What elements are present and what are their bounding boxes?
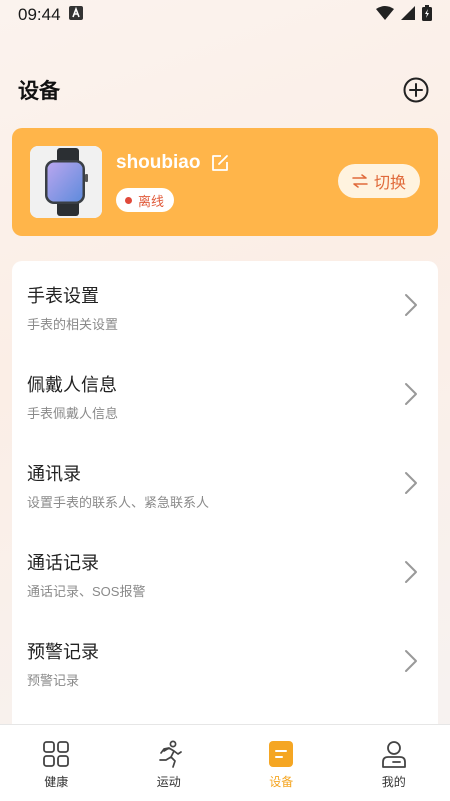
tab-device[interactable]: 设备 bbox=[225, 725, 338, 801]
switch-label: 切换 bbox=[374, 169, 406, 193]
tab-sport[interactable]: 运动 bbox=[113, 725, 226, 801]
list-item-title: 通话记录 bbox=[27, 549, 99, 575]
settings-list: 手表设置 手表的相关设置 佩戴人信息 手表佩戴人信息 通讯录 设置手表的联系人、… bbox=[12, 261, 438, 731]
status-time: 09:44 bbox=[18, 5, 61, 25]
list-item-subtitle: 通话记录、SOS报警 bbox=[27, 581, 145, 600]
status-right bbox=[376, 5, 432, 26]
tab-label: 运动 bbox=[157, 773, 181, 790]
call-records-item[interactable]: 通话记录 通话记录、SOS报警 bbox=[12, 528, 438, 617]
watch-image bbox=[30, 146, 102, 218]
chevron-right-icon bbox=[404, 649, 418, 673]
page-header: 设备 bbox=[18, 72, 430, 108]
contacts-item[interactable]: 通讯录 设置手表的联系人、紧急联系人 bbox=[12, 439, 438, 528]
alert-records-item[interactable]: 预警记录 预警记录 bbox=[12, 617, 438, 706]
grid-icon bbox=[41, 739, 71, 769]
signal-icon bbox=[401, 5, 415, 25]
tab-label: 设备 bbox=[269, 773, 293, 790]
list-item-subtitle: 手表佩戴人信息 bbox=[27, 403, 118, 422]
plus-circle-icon bbox=[403, 77, 429, 103]
chevron-right-icon bbox=[404, 471, 418, 495]
status-left: 09:44 bbox=[18, 5, 83, 25]
list-item-subtitle: 手表的相关设置 bbox=[27, 314, 118, 333]
tab-health[interactable]: 健康 bbox=[0, 725, 113, 801]
notification-a-icon bbox=[69, 5, 83, 25]
list-item-title: 佩戴人信息 bbox=[27, 371, 117, 397]
chevron-right-icon bbox=[404, 382, 418, 406]
switch-device-button[interactable]: 切换 bbox=[338, 164, 420, 198]
device-icon bbox=[266, 739, 296, 769]
edit-icon[interactable] bbox=[210, 153, 230, 173]
list-item-subtitle: 预警记录 bbox=[27, 670, 79, 689]
watch-settings-item[interactable]: 手表设置 手表的相关设置 bbox=[12, 261, 438, 350]
chevron-right-icon bbox=[404, 293, 418, 317]
list-item-title: 手表设置 bbox=[27, 282, 99, 308]
offline-status-badge: 离线 bbox=[116, 188, 174, 212]
status-dot bbox=[125, 197, 132, 204]
bottom-tab-bar: 健康 运动 设备 我的 bbox=[0, 724, 450, 801]
status-bar: 09:44 bbox=[0, 0, 450, 30]
chevron-right-icon bbox=[404, 560, 418, 584]
page-title: 设备 bbox=[18, 75, 60, 105]
wifi-icon bbox=[376, 5, 394, 25]
swap-icon bbox=[352, 174, 368, 188]
status-label: 离线 bbox=[138, 191, 164, 210]
list-item-title: 通讯录 bbox=[27, 460, 81, 486]
profile-icon bbox=[379, 739, 409, 769]
add-device-button[interactable] bbox=[402, 76, 430, 104]
tab-mine[interactable]: 我的 bbox=[338, 725, 450, 801]
tab-label: 我的 bbox=[382, 773, 406, 790]
running-icon bbox=[154, 739, 184, 769]
list-item-title: 预警记录 bbox=[27, 638, 99, 664]
device-card[interactable]: shoubiao 离线 切换 bbox=[12, 128, 438, 236]
battery-icon bbox=[422, 5, 432, 26]
device-name-row: shoubiao bbox=[116, 152, 230, 174]
list-item-subtitle: 设置手表的联系人、紧急联系人 bbox=[27, 492, 209, 511]
device-name: shoubiao bbox=[116, 152, 200, 174]
tab-label: 健康 bbox=[44, 773, 68, 790]
wearer-info-item[interactable]: 佩戴人信息 手表佩戴人信息 bbox=[12, 350, 438, 439]
